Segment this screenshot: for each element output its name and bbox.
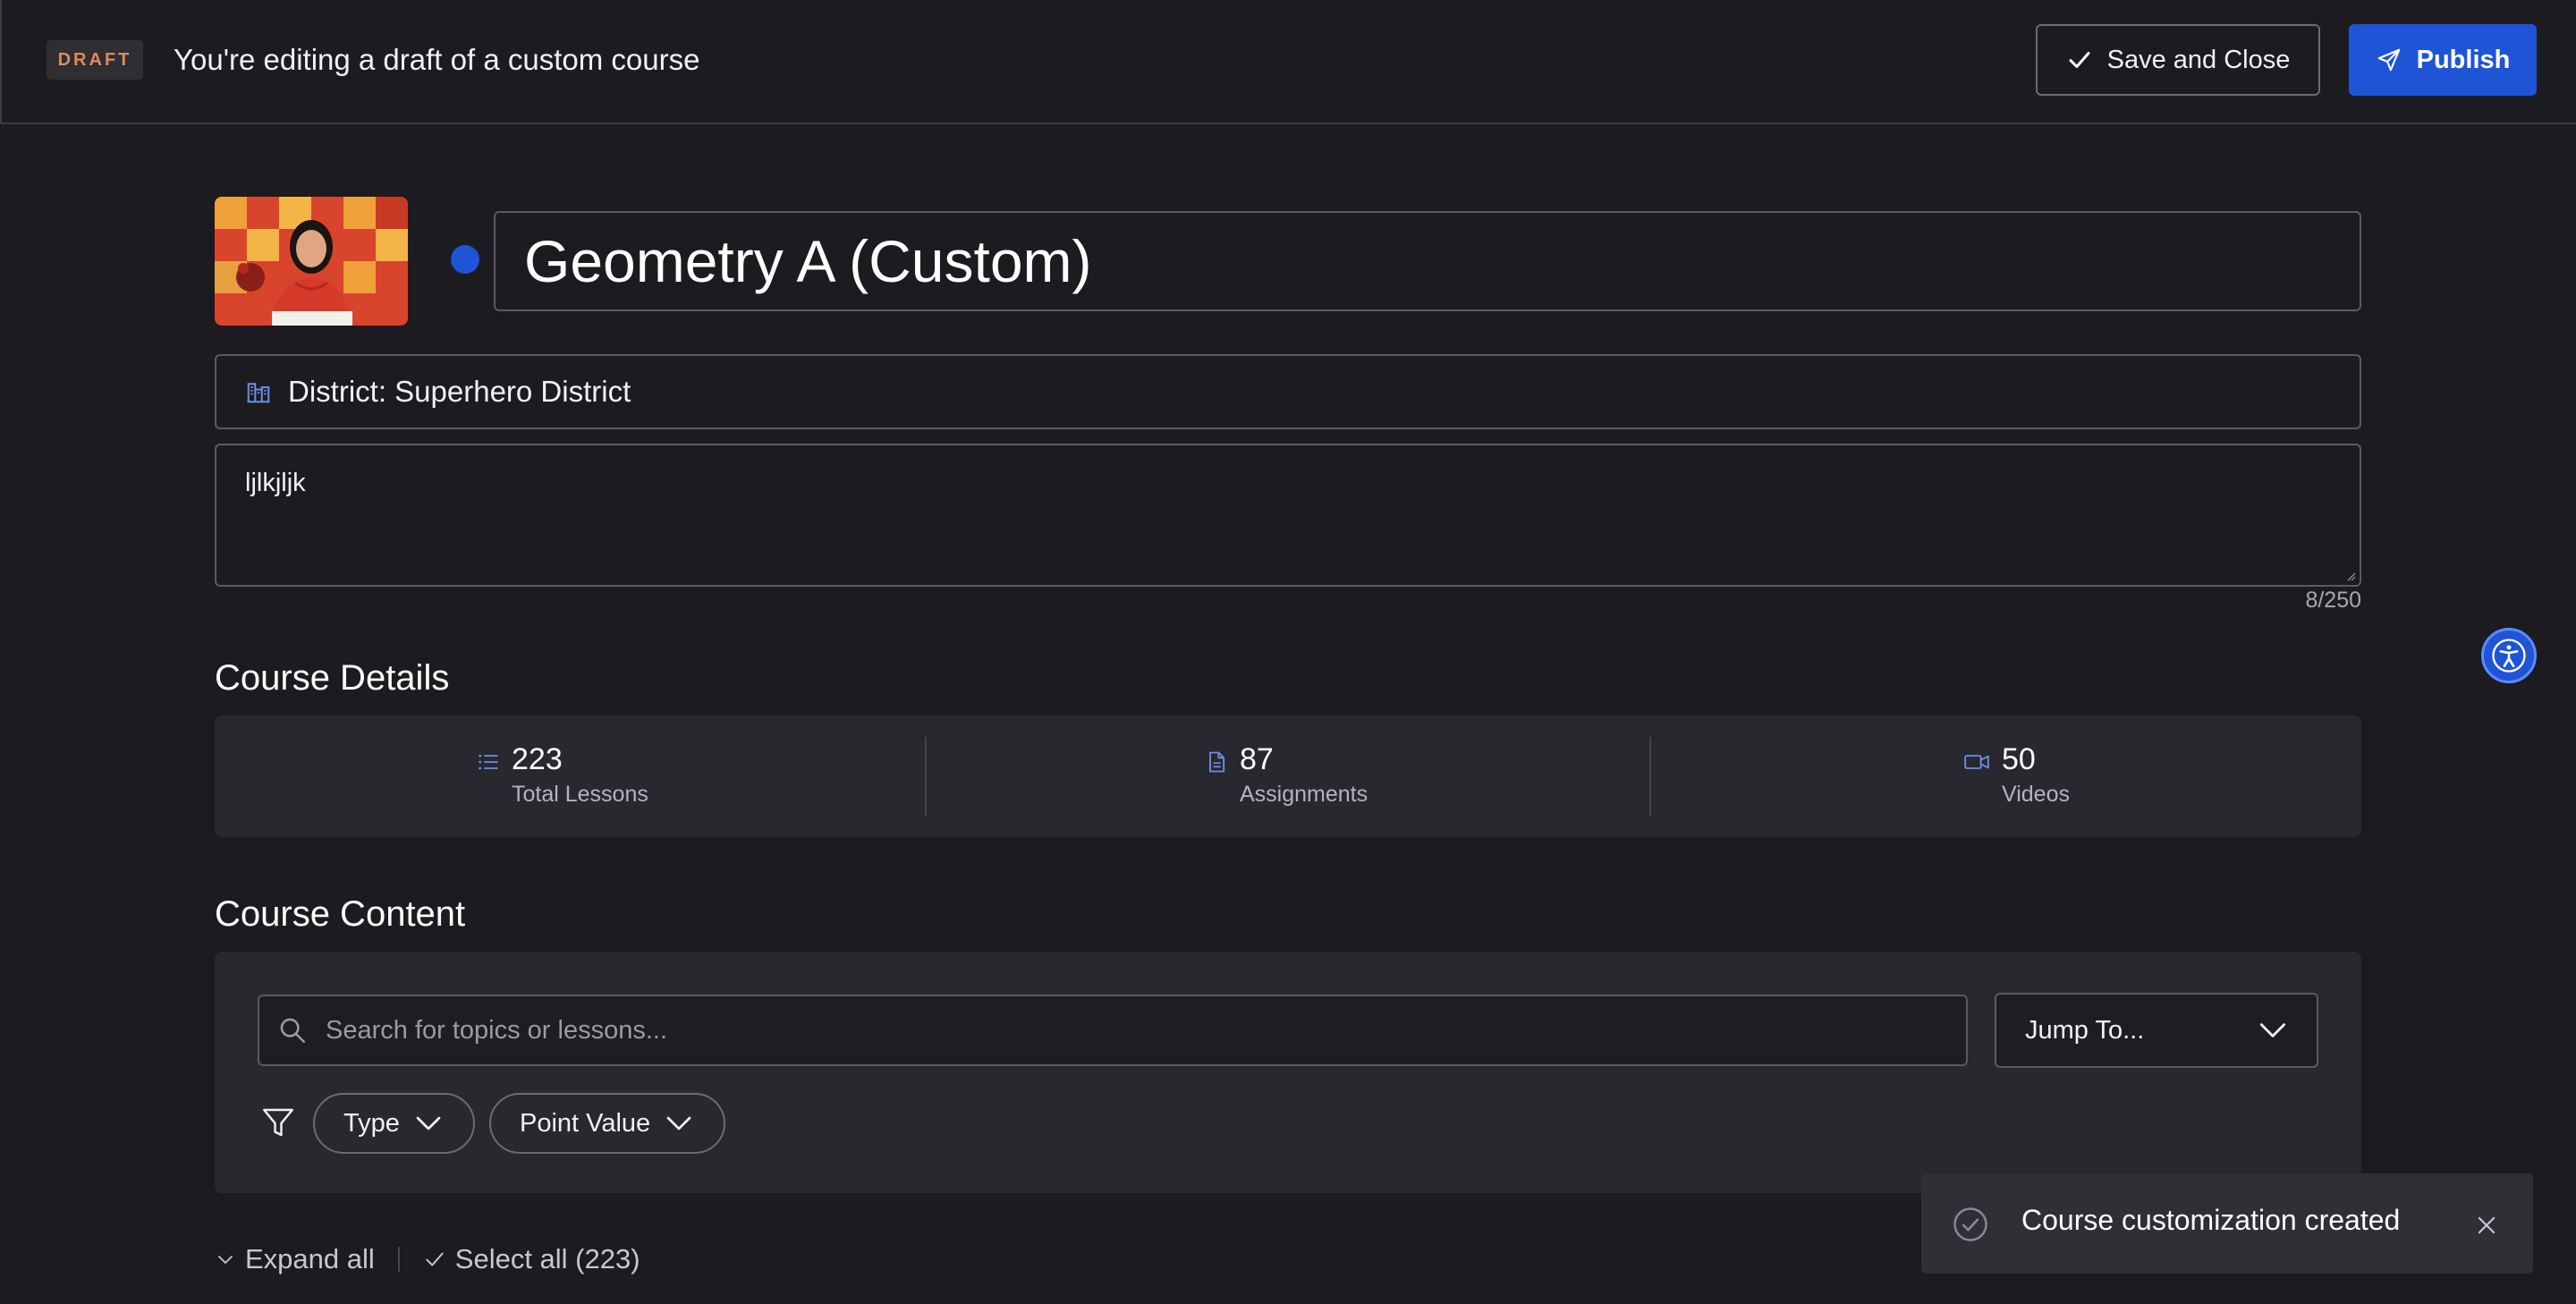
save-and-close-button[interactable]: Save and Close <box>2036 24 2320 96</box>
stat-assignments: 87 Assignments <box>1204 742 1562 814</box>
point-value-filter-label: Point Value <box>520 1108 651 1138</box>
chevron-down-icon <box>416 1116 441 1130</box>
district-label: District: Superhero District <box>288 375 631 408</box>
video-icon <box>1964 755 1989 769</box>
stat-total-lessons: 223 Total Lessons <box>476 742 834 814</box>
stat-value: 50 <box>2002 742 2036 776</box>
filter-icon[interactable] <box>259 1104 297 1141</box>
accessibility-icon <box>2492 639 2526 673</box>
bulk-actions-row: Expand all Select all (223) <box>215 1240 640 1279</box>
chevron-down-icon <box>2259 1023 2286 1037</box>
select-all-button[interactable]: Select all (223) <box>423 1243 640 1275</box>
district-field[interactable]: District: Superhero District <box>215 354 2361 429</box>
course-thumbnail-image <box>215 197 408 326</box>
status-dot <box>451 245 479 274</box>
check-circle-icon <box>1953 1207 1987 1241</box>
stat-label: Videos <box>2002 782 2070 807</box>
point-value-filter-button[interactable]: Point Value <box>489 1093 726 1154</box>
stat-label: Assignments <box>1240 782 1368 807</box>
draft-notice-text: You're editing a draft of a custom cours… <box>174 43 700 76</box>
divider <box>925 737 927 816</box>
stat-label: Total Lessons <box>512 782 648 807</box>
course-description-textarea[interactable]: ljlkjljk <box>215 444 2361 587</box>
course-title-input[interactable]: Geometry A (Custom) <box>494 211 2361 311</box>
accessibility-button[interactable] <box>2481 628 2537 683</box>
stat-videos: 50 Videos <box>1962 742 2320 814</box>
course-description-text: ljlkjljk <box>245 469 306 497</box>
stat-value: 87 <box>1240 742 1274 776</box>
search-input[interactable] <box>326 1015 1936 1046</box>
draft-badge: DRAFT <box>47 40 143 80</box>
type-filter-button[interactable]: Type <box>313 1093 475 1154</box>
expand-all-label: Expand all <box>245 1243 375 1274</box>
toast-notification: Course customization created <box>1921 1173 2533 1274</box>
toast-message: Course customization created <box>2021 1204 2401 1236</box>
building-icon <box>247 383 270 403</box>
jump-to-dropdown[interactable]: Jump To... <box>1995 993 2318 1068</box>
course-details-card: 223 Total Lessons 87 Assignments 50 Vide… <box>215 716 2361 837</box>
save-and-close-label: Save and Close <box>2106 45 2291 74</box>
expand-all-button[interactable]: Expand all <box>215 1243 375 1275</box>
divider <box>397 1247 400 1272</box>
search-icon <box>280 1018 306 1044</box>
course-content-card: Jump To... Type Point Value <box>215 952 2361 1193</box>
course-thumbnail[interactable] <box>215 197 408 326</box>
divider <box>1649 737 1651 816</box>
list-icon <box>479 754 498 770</box>
type-filter-label: Type <box>343 1108 400 1138</box>
character-counter: 8/250 <box>2305 588 2361 613</box>
checkmark-icon <box>426 1252 444 1266</box>
publish-label: Publish <box>2416 45 2511 74</box>
close-icon[interactable] <box>2474 1213 2499 1238</box>
chevron-down-icon <box>666 1116 691 1130</box>
stat-value: 223 <box>512 742 563 776</box>
send-icon <box>2377 48 2400 72</box>
course-details-heading: Course Details <box>215 658 450 698</box>
publish-button[interactable]: Publish <box>2349 24 2537 96</box>
course-content-heading: Course Content <box>215 894 466 934</box>
document-icon <box>1209 751 1225 773</box>
checkmark-icon <box>2069 52 2090 68</box>
jump-to-label: Jump To... <box>2025 1015 2145 1045</box>
chevron-down-icon <box>218 1256 233 1264</box>
resize-handle-icon[interactable] <box>2343 569 2356 581</box>
top-bar: DRAFT You're editing a draft of a custom… <box>0 0 2576 124</box>
select-all-label: Select all (223) <box>454 1243 640 1274</box>
search-box[interactable] <box>258 995 1968 1066</box>
